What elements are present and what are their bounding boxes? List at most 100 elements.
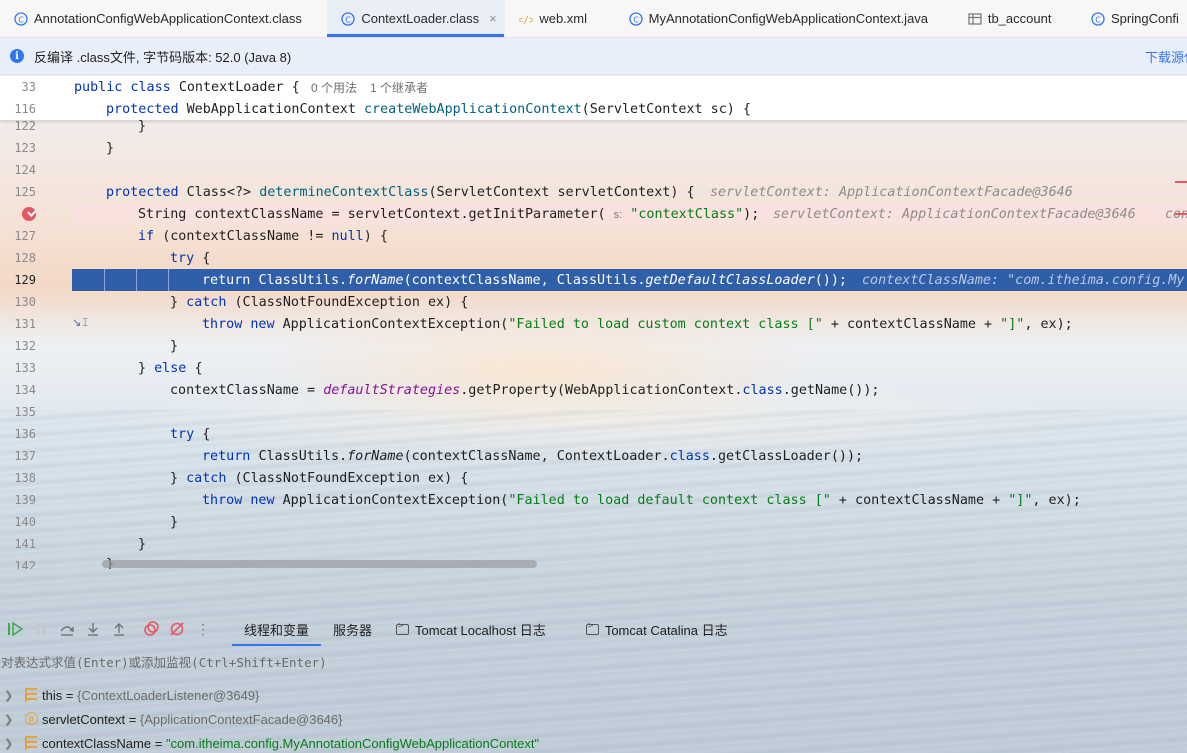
tab-label: tb_account [987,11,1052,26]
code-text: throw new ApplicationContextException("F… [202,316,1073,332]
code-line-execution-point[interactable]: 129 return ClassUtils.forName(contextCla… [0,269,1187,291]
mute-breakpoints-icon[interactable] [164,616,190,642]
tab-spring-config[interactable]: C SpringConfi [1077,0,1187,37]
code-line[interactable]: 139 throw new ApplicationContextExceptio… [0,489,1187,511]
code-line[interactable]: 128 try { [0,247,1187,269]
view-breakpoints-icon[interactable] [138,616,164,642]
inline-debug-value: servletContext: ApplicationContextFacade… [710,184,1073,200]
inline-debug-value: servletContext: ApplicationContextFacade… [773,206,1136,222]
code-text: return ClassUtils.forName(contextClassNa… [202,272,847,288]
variable-row-servlet-context[interactable]: ❯ p servletContext = {ApplicationContext… [0,707,1187,731]
code-text: } [170,514,179,530]
variable-text: this = {ContextLoaderListener@3649} [42,687,260,703]
tab-my-annotation-config[interactable]: C MyAnnotationConfigWebApplicationContex… [615,0,954,37]
pause-icon[interactable] [28,616,54,642]
line-number: 33 [21,80,36,94]
code-line[interactable]: 138 } catch (ClassNotFoundException ex) … [0,467,1187,489]
inheritor-count[interactable]: 1 个继承者 [370,79,428,96]
tab-threads-variables[interactable]: 线程和变量 [232,612,322,646]
code-line[interactable]: 131 ↘𝙸 throw new ApplicationContextExcep… [0,313,1187,335]
close-icon[interactable]: × [489,11,497,26]
variable-row-context-class-name[interactable]: ❯ contextClassName = "com.itheima.config… [0,731,1187,753]
line-number: 130 [14,295,36,309]
indent-guide [136,269,137,291]
svg-text:C: C [633,15,639,24]
line-number: 142 [14,559,36,569]
tab-label: web.xml [539,11,588,26]
tab-label: 服务器 [333,622,373,638]
line-number: 131 [14,317,36,331]
tab-annotation-config[interactable]: C AnnotationConfigWebApplicationContext.… [0,0,327,37]
tab-server[interactable]: 服务器 [321,612,384,646]
step-into-icon[interactable]: ↘𝙸 [72,316,89,330]
string-literal: "contextClass" [630,206,744,222]
debug-toolbar: ⋮ 线程和变量 服务器 Tomcat Localhost 日志 Tomcat C… [0,612,1187,646]
code-text: public class ContextLoader { [74,79,308,95]
code-text: } [138,118,147,134]
tab-tb-account[interactable]: tb_account [954,0,1077,37]
code-line[interactable]: 125 protected Class<?> determineContextC… [0,181,1187,203]
error-stripe-mark[interactable] [1175,181,1187,183]
step-out-icon[interactable] [106,616,132,642]
line-number: 141 [14,537,36,551]
decompiler-info-text: 反编译 .class文件, 字节码版本: 52.0 (Java 8) [34,49,292,65]
svg-text:C: C [346,15,352,24]
class-icon: C [14,11,28,26]
chevron-right-icon[interactable]: ❯ [4,713,13,726]
more-options-icon[interactable]: ⋮ [190,616,216,642]
variable-text: contextClassName = "com.itheima.config.M… [42,735,540,751]
error-stripe-mark[interactable] [1175,213,1187,215]
line-number: 138 [14,471,36,485]
sticky-scroll-header[interactable]: 33 public class ContextLoader { 0 个用法 1 … [0,76,1187,120]
horizontal-scrollbar[interactable] [102,560,537,568]
class-icon: C [1091,11,1105,26]
code-line[interactable]: 130 } catch (ClassNotFoundException ex) … [0,291,1187,313]
line-number: 127 [14,229,36,243]
chevron-right-icon[interactable]: ❯ [4,737,13,750]
step-into-icon[interactable] [80,616,106,642]
code-line[interactable]: 133 } else { [0,357,1187,379]
variable-row-this[interactable]: ❯ this = {ContextLoaderListener@3649} [0,683,1187,707]
code-line[interactable]: 132 } [0,335,1187,357]
code-line[interactable]: 140 } [0,511,1187,533]
code-line[interactable]: 123 } [0,137,1187,159]
code-line[interactable]: 141 } [0,533,1187,555]
chevron-right-icon[interactable]: ❯ [4,689,13,702]
code-text: String contextClassName = servletContext… [138,206,760,222]
code-line[interactable]: 127 if (contextClassName != null) { [0,225,1187,247]
code-line[interactable]: 137 return ClassUtils.forName(contextCla… [0,445,1187,467]
string-literal: "Failed to load custom context class [" [508,316,823,332]
code-text: } [106,140,115,156]
evaluate-expression-input[interactable] [0,650,1187,674]
line-number: 128 [14,251,36,265]
line-number: 116 [14,102,36,116]
tab-web-xml[interactable]: </> web.xml [505,0,614,37]
tab-label: 线程和变量 [244,622,310,638]
code-line[interactable]: 124 [0,159,1187,181]
code-line[interactable]: 136 try { [0,423,1187,445]
code-text: } catch (ClassNotFoundException ex) { [170,470,469,486]
code-line[interactable]: 134 contextClassName = defaultStrategies… [0,379,1187,401]
usage-count[interactable]: 0 个用法 [311,79,357,96]
code-text: return ClassUtils.forName(contextClassNa… [202,448,864,464]
line-number: 137 [14,449,36,463]
sticky-line-class[interactable]: 33 public class ContextLoader { 0 个用法 1 … [0,76,1187,98]
line-number: 133 [14,361,36,375]
breakpoint-icon[interactable] [22,207,36,221]
parameter-icon: p [25,712,38,725]
resume-icon[interactable] [2,616,28,642]
code-text: contextClassName = defaultStrategies.get… [170,382,880,398]
line-number: 123 [14,141,36,155]
line-number: 134 [14,383,36,397]
line-number: 125 [14,185,36,199]
sticky-line-method[interactable]: 116 protected WebApplicationContext crea… [0,98,1187,120]
code-line-breakpoint[interactable]: String contextClassName = servletContext… [0,203,1187,225]
tab-context-loader[interactable]: C ContextLoader.class × [327,0,506,37]
download-sources-link[interactable]: 下载源代 [1145,38,1187,75]
code-line[interactable]: 135 [0,401,1187,423]
variable-value: {ContextLoaderListener@3649} [77,687,260,703]
xml-icon: </> [519,12,533,26]
tab-tomcat-catalina-log[interactable]: Tomcat Catalina 日志 [574,612,740,646]
step-over-icon[interactable] [54,616,80,642]
tab-tomcat-localhost-log[interactable]: Tomcat Localhost 日志 [384,612,558,646]
